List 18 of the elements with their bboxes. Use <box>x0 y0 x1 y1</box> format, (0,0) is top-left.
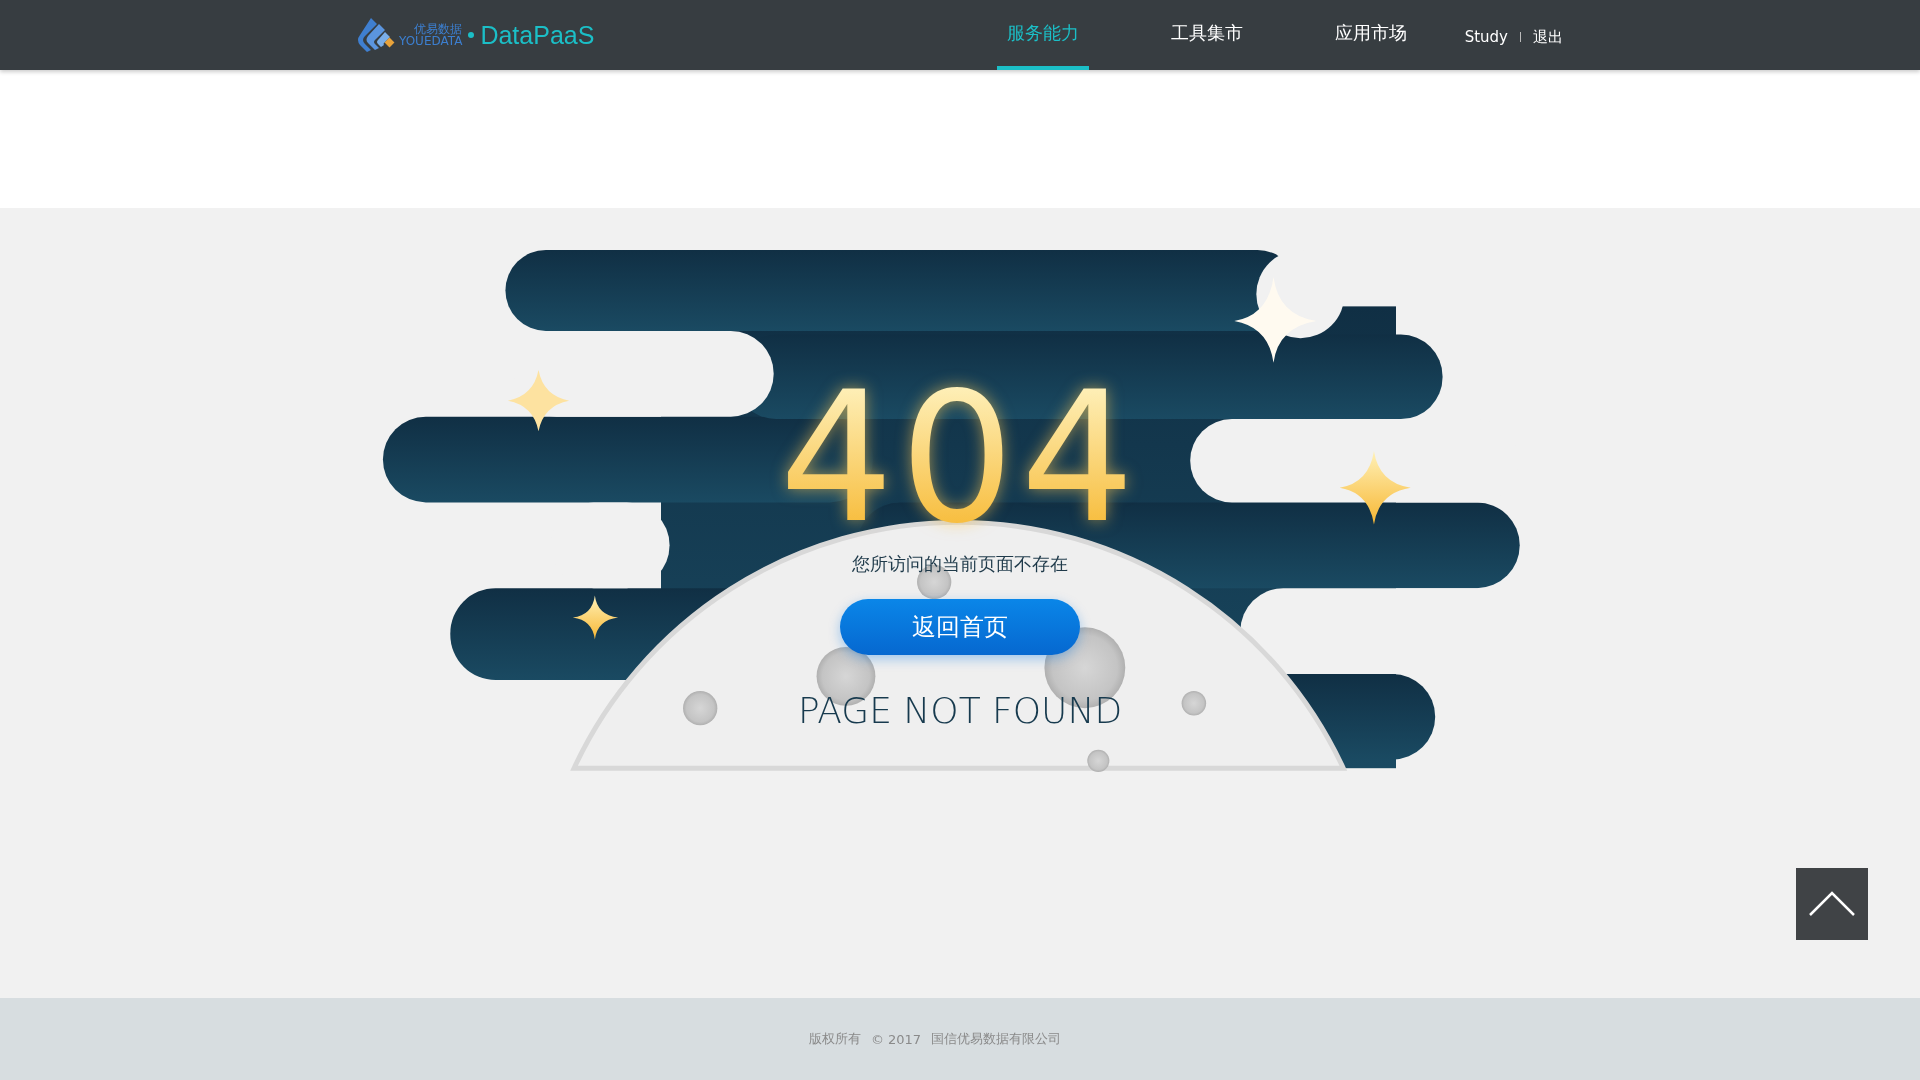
nav-tab[interactable]: 工具集市 <box>1160 0 1253 70</box>
dot-icon <box>468 32 475 38</box>
logout-link[interactable]: 退出 <box>1533 27 1563 47</box>
logo-chinese-text: 优易数据 <box>414 23 463 35</box>
logo-stripes-icon <box>357 16 395 54</box>
logo-english-text: YOUEDATA <box>399 35 463 47</box>
nav-tab[interactable]: 应用市场 <box>1324 0 1417 70</box>
home-button[interactable]: 返回首页 <box>840 599 1080 655</box>
copyright-text: 国信优易数据有限公司 <box>931 1030 1062 1048</box>
logo-link[interactable]: 优易数据 YOUEDATA DataPaaS <box>357 0 595 70</box>
username-link[interactable]: Study <box>1464 28 1508 46</box>
error-message: 您所访问的当前页面不存在 <box>851 552 1069 576</box>
copyright-text: © 2017 <box>870 1031 922 1047</box>
copyright-text: 版权所有 <box>808 1030 861 1048</box>
back-to-top-button[interactable] <box>1796 868 1868 940</box>
chevron-up-icon <box>1808 891 1856 917</box>
product-name: DataPaaS <box>480 20 595 50</box>
page-not-found-text: PAGE NOT FOUND <box>796 690 1124 731</box>
